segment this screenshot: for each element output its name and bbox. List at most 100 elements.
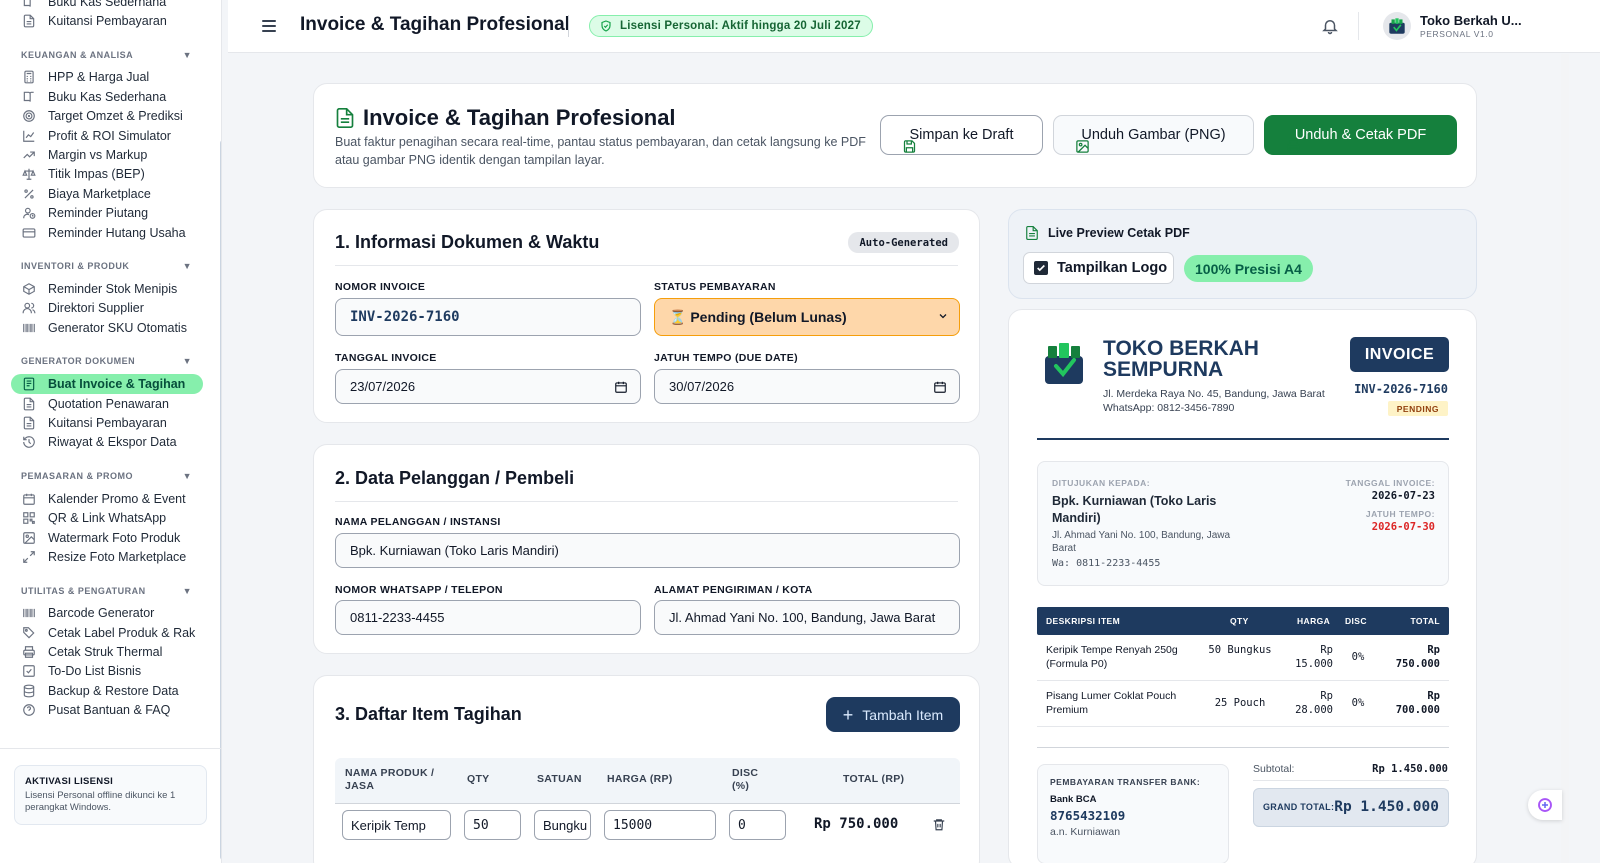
sidebar-item-buat-invoice-tagihan[interactable]: Buat Invoice & Tagihan bbox=[11, 374, 203, 394]
sidebar-item-target-omzet-prediksi[interactable]: Target Omzet & Prediksi bbox=[0, 107, 214, 126]
item-unit-field[interactable]: Bungku bbox=[534, 810, 591, 840]
sidebar-item-riwayat-ekspor-data[interactable]: Riwayat & Ekspor Data bbox=[0, 433, 214, 452]
download-png-button[interactable]: Unduh Gambar (PNG) bbox=[1053, 115, 1254, 155]
sidebar-item-label: Target Omzet & Prediksi bbox=[48, 109, 183, 124]
sidebar-item-titik-impas-bep[interactable]: Titik Impas (BEP) bbox=[0, 165, 214, 184]
sidebar-item-label: Margin vs Markup bbox=[48, 148, 148, 163]
scale-icon bbox=[22, 169, 36, 181]
sidebar-item-label: Kuitansi Pembayaran bbox=[48, 14, 167, 29]
sidebar-item-reminder-stok-menipis[interactable]: Reminder Stok Menipis bbox=[0, 279, 214, 298]
calendar-icon[interactable] bbox=[933, 380, 947, 394]
sidebar-group-title: PEMASARAN & PROMO bbox=[21, 471, 134, 482]
chevron-down-icon[interactable]: ▼ bbox=[183, 261, 192, 271]
column-header: SATUAN bbox=[537, 773, 582, 785]
sidebar-item-kuitansi-pembayaran[interactable]: Kuitansi Pembayaran bbox=[0, 413, 214, 432]
item-price: Rp 15.000 bbox=[1295, 644, 1333, 670]
customer-name-field[interactable]: Bpk. Kurniawan (Toko Laris Mandiri) bbox=[335, 533, 960, 568]
sidebar-item-generator-sku-otomatis[interactable]: Generator SKU Otomatis bbox=[0, 318, 214, 337]
chevron-down-icon[interactable]: ▼ bbox=[183, 356, 192, 366]
sidebar-group-generator-dokumen[interactable]: GENERATOR DOKUMEN ▼ bbox=[0, 353, 214, 369]
sidebar-group-title: UTILITAS & PENGATURAN bbox=[21, 585, 146, 596]
sidebar-item-qr-link-whatsapp[interactable]: QR & Link WhatsApp bbox=[0, 508, 214, 527]
sidebar-item-reminder-hutang-usaha[interactable]: Reminder Hutang Usaha bbox=[0, 223, 214, 242]
invoice-date-field[interactable]: 23/07/2026 bbox=[335, 369, 641, 404]
sidebar-item-label: Backup & Restore Data bbox=[48, 683, 179, 698]
sidebar-item-label: Pusat Bantuan & FAQ bbox=[48, 703, 171, 718]
sidebar-item-quotation-penawaran[interactable]: Quotation Penawaran bbox=[0, 394, 214, 413]
column-header: DISC (%) bbox=[732, 767, 759, 792]
invoice-number-field[interactable]: INV-2026-7160 bbox=[335, 298, 641, 336]
item-qty-field[interactable]: 50 bbox=[464, 810, 521, 840]
sidebar-item-margin-vs-markup[interactable]: Margin vs Markup bbox=[0, 145, 214, 164]
sidebar-group-pemasaran-promo[interactable]: PEMASARAN & PROMO ▼ bbox=[0, 468, 214, 484]
avatar[interactable] bbox=[1383, 12, 1411, 40]
show-logo-checkbox[interactable]: Tampilkan Logo bbox=[1023, 252, 1174, 284]
sidebar-item-label: Reminder Hutang Usaha bbox=[48, 225, 186, 240]
save-draft-button[interactable]: Simpan ke Draft bbox=[880, 115, 1043, 155]
calendar-icon[interactable] bbox=[614, 380, 628, 394]
sidebar-item-label: Buat Invoice & Tagihan bbox=[48, 377, 186, 392]
sidebar-item-resize-foto-marketplace[interactable]: Resize Foto Marketplace bbox=[0, 547, 214, 566]
grand-total-label: GRAND TOTAL: bbox=[1263, 802, 1335, 812]
preview-controls-card: Live Preview Cetak PDF Tampilkan Logo 10… bbox=[1008, 209, 1477, 299]
chevron-down-icon[interactable]: ▼ bbox=[183, 50, 192, 60]
customer-data-card: 2. Data Pelanggan / Pembeli NAMA PELANGG… bbox=[313, 444, 980, 654]
bank-transfer-box: PEMBAYARAN TRANSFER BANK: Bank BCA 87654… bbox=[1037, 764, 1229, 863]
sidebar-group-keuangan-analisa[interactable]: KEUANGAN & ANALISA ▼ bbox=[0, 47, 214, 63]
sidebar-item-buku-kas-sederhana[interactable]: Buku Kas Sederhana bbox=[0, 87, 214, 106]
sidebar-item-direktori-supplier[interactable]: Direktori Supplier bbox=[0, 299, 214, 318]
printer-icon bbox=[23, 646, 35, 658]
sidebar-group-inventori-produk[interactable]: INVENTORI & PRODUK ▼ bbox=[0, 258, 214, 274]
sidebar-item-watermark-foto-produk[interactable]: Watermark Foto Produk bbox=[0, 528, 214, 547]
due-date-field[interactable]: 30/07/2026 bbox=[654, 369, 960, 404]
sidebar-item-label: Cetak Struk Thermal bbox=[48, 645, 163, 660]
menu-toggle-icon[interactable] bbox=[262, 17, 278, 35]
sidebar-item-barcode-generator[interactable]: Barcode Generator bbox=[0, 604, 214, 623]
sidebar-item-cetak-label-produk-rak[interactable]: Cetak Label Produk & Rak bbox=[0, 623, 214, 642]
sidebar-group-utilitas-pengaturan[interactable]: UTILITAS & PENGATURAN ▼ bbox=[0, 583, 214, 599]
section-title: 1. Informasi Dokumen & Waktu bbox=[335, 232, 600, 252]
target-icon bbox=[23, 110, 35, 123]
sidebar-item-cetak-struk-thermal[interactable]: Cetak Struk Thermal bbox=[0, 642, 214, 661]
bell-icon[interactable] bbox=[1321, 17, 1339, 35]
divider bbox=[335, 501, 958, 502]
item-qty: 50 Bungkus bbox=[1208, 644, 1272, 656]
sidebar-scrollbar[interactable] bbox=[220, 140, 221, 860]
page-title: Invoice & Tagihan Profesional bbox=[300, 14, 570, 35]
chevron-down-icon[interactable]: ▼ bbox=[183, 586, 192, 596]
sidebar-item-pusat-bantuan-faq[interactable]: Pusat Bantuan & FAQ bbox=[0, 701, 214, 720]
sidebar-item-profit-roi-simulator[interactable]: Profit & ROI Simulator bbox=[0, 126, 214, 145]
sidebar-item-hpp-harga-jual[interactable]: HPP & Harga Jual bbox=[0, 68, 214, 87]
sidebar-item-buku-kas-sederhana[interactable]: Buku Kas Sederhana bbox=[0, 0, 214, 11]
divider bbox=[1037, 747, 1449, 748]
sidebar-item-backup-restore-data[interactable]: Backup & Restore Data bbox=[0, 681, 214, 700]
sidebar-item-biaya-marketplace[interactable]: Biaya Marketplace bbox=[0, 184, 214, 203]
add-item-button[interactable]: + Tambah Item bbox=[826, 697, 960, 732]
column-header: TOTAL (RP) bbox=[843, 773, 905, 785]
barcode-icon bbox=[23, 609, 35, 618]
item-disc-field[interactable]: 0 bbox=[729, 810, 786, 840]
assistant-fab[interactable] bbox=[1528, 790, 1562, 820]
user-name[interactable]: Toko Berkah U... bbox=[1420, 13, 1522, 28]
item-name-field[interactable]: Keripik Temp bbox=[342, 810, 451, 840]
trash-icon[interactable] bbox=[932, 817, 946, 832]
bank-account-holder: a.n. Kurniawan bbox=[1050, 826, 1121, 838]
payment-status-value: ⏳ Pending (Belum Lunas) bbox=[669, 308, 847, 325]
sidebar-item-kalender-promo-event[interactable]: Kalender Promo & Event bbox=[0, 489, 214, 508]
sidebar-item-label: Titik Impas (BEP) bbox=[48, 167, 145, 182]
sidebar-item-to-do-list-bisnis[interactable]: To-Do List Bisnis bbox=[0, 662, 214, 681]
download-print-pdf-button[interactable]: Unduh & Cetak PDF bbox=[1264, 115, 1457, 155]
document-icon bbox=[23, 416, 35, 430]
license-activation-box[interactable]: AKTIVASI LISENSI Lisensi Personal offlin… bbox=[14, 765, 207, 825]
database-icon bbox=[23, 684, 35, 698]
main-scrollbar[interactable] bbox=[1561, 54, 1569, 863]
chevron-down-icon[interactable]: ▼ bbox=[183, 471, 192, 481]
payment-status-select[interactable]: ⏳ Pending (Belum Lunas) bbox=[654, 298, 960, 336]
column-header: DESKRIPSI ITEM bbox=[1046, 616, 1121, 626]
sidebar-item-kuitansi-pembayaran[interactable]: Kuitansi Pembayaran bbox=[0, 11, 214, 30]
item-price-field[interactable]: 15000 bbox=[604, 810, 716, 840]
bank-name: Bank BCA bbox=[1050, 794, 1097, 805]
phone-field[interactable]: 0811-2233-4455 bbox=[335, 600, 641, 635]
address-field[interactable]: Jl. Ahmad Yani No. 100, Bandung, Jawa Ba… bbox=[654, 600, 960, 635]
sidebar-item-reminder-piutang[interactable]: Reminder Piutang bbox=[0, 204, 214, 223]
